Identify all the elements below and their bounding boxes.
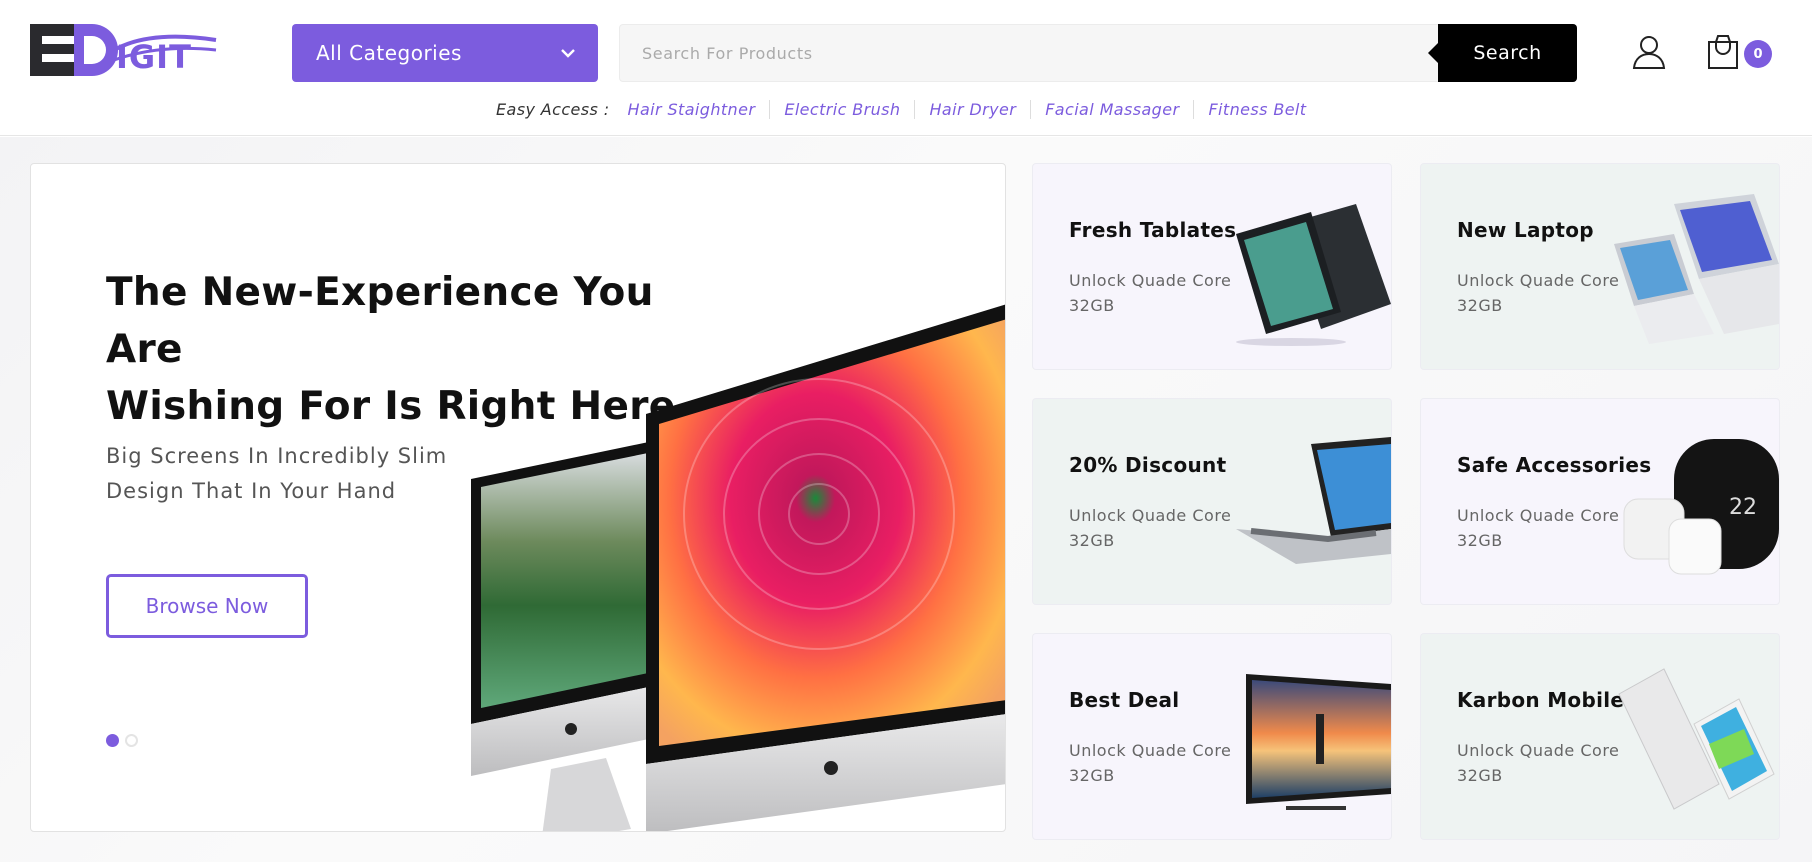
hero-slider: The New-Experience You Are Wishing For I… — [30, 163, 1006, 832]
promo-card-title: Best Deal — [1069, 688, 1180, 712]
svg-text:22: 22 — [1729, 495, 1757, 520]
promo-card-desc-line: 32GB — [1069, 766, 1115, 785]
edigit-logo[interactable]: IGIT — [30, 22, 220, 78]
user-icon[interactable] — [1631, 34, 1667, 70]
cart-button[interactable]: 0 — [1706, 34, 1776, 70]
promo-card-desc-line: Unlock Quade Core — [1069, 506, 1232, 525]
promo-card-desc-line: 32GB — [1457, 296, 1503, 315]
easy-access-label: Easy Access : — [496, 100, 610, 119]
thermostat-image: 22 — [1623, 439, 1779, 575]
promo-card-title: Karbon Mobile — [1457, 688, 1625, 712]
hero-subtitle-line: Big Screens In Incredibly Slim — [106, 444, 448, 468]
promo-card-desc-line: Unlock Quade Core — [1069, 741, 1232, 760]
category-dropdown[interactable]: All Categories — [292, 24, 598, 82]
promo-card-title: New Laptop — [1457, 218, 1594, 242]
laptop-image — [1614, 194, 1779, 344]
promo-card-new-laptop[interactable]: New Laptop Unlock Quade Core 32GB — [1420, 163, 1780, 370]
easy-access-link[interactable]: Electric Brush — [769, 100, 914, 119]
slider-dots — [106, 734, 138, 747]
promo-card-best-deal[interactable]: Best Deal Unlock Quade Core 32GB — [1032, 633, 1392, 840]
search-bar: Search — [619, 24, 1577, 82]
hero-subtitle: Big Screens In Incredibly Slim Design Th… — [106, 439, 486, 509]
easy-access-link[interactable]: Hair Dryer — [914, 100, 1030, 119]
promo-card-desc-line: 32GB — [1457, 766, 1503, 785]
promo-card-desc-line: Unlock Quade Core — [1457, 741, 1620, 760]
promo-card-desc-line: Unlock Quade Core — [1457, 271, 1620, 290]
slider-dot[interactable] — [125, 734, 138, 747]
promo-card-karbon-mobile[interactable]: Karbon Mobile Unlock Quade Core 32GB — [1420, 633, 1780, 840]
promo-card-description: Unlock Quade Core 32GB — [1457, 738, 1627, 788]
promo-card-description: Unlock Quade Core 32GB — [1069, 503, 1239, 553]
chevron-down-icon — [561, 49, 575, 58]
promo-card-safe-accessories[interactable]: Safe Accessories Unlock Quade Core 32GB … — [1420, 398, 1780, 605]
promo-card-fresh-tablets[interactable]: Fresh Tablates Unlock Quade Core 32GB — [1032, 163, 1392, 370]
category-dropdown-label: All Categories — [316, 41, 462, 65]
tv-image — [1246, 674, 1391, 810]
promo-card-description: Unlock Quade Core 32GB — [1457, 268, 1627, 318]
tablet-keyboard-image — [1236, 437, 1391, 564]
imac-hero-image — [471, 304, 1005, 831]
promo-card-desc-line: 32GB — [1457, 531, 1503, 550]
easy-access-link[interactable]: Fitness Belt — [1193, 100, 1320, 119]
search-button[interactable]: Search — [1428, 24, 1577, 82]
promo-card-desc-line: 32GB — [1069, 296, 1115, 315]
promo-card-description: Unlock Quade Core 32GB — [1457, 503, 1627, 553]
promo-card-title: 20% Discount — [1069, 453, 1227, 477]
cart-count-badge: 0 — [1744, 40, 1772, 68]
promo-card-desc-line: Unlock Quade Core — [1457, 506, 1620, 525]
promo-card-description: Unlock Quade Core 32GB — [1069, 738, 1239, 788]
browse-now-button[interactable]: Browse Now — [106, 574, 308, 638]
tablet-image — [1236, 204, 1391, 346]
smartphone-image — [1618, 668, 1775, 810]
promo-card-discount[interactable]: 20% Discount Unlock Quade Core 32GB — [1032, 398, 1392, 605]
shopping-bag-icon — [1708, 35, 1738, 69]
promo-card-desc-line: Unlock Quade Core — [1069, 271, 1232, 290]
easy-access-link[interactable]: Facial Massager — [1030, 100, 1193, 119]
promo-card-description: Unlock Quade Core 32GB — [1069, 268, 1239, 318]
site-header: IGIT All Categories Search 0 Easy Access… — [0, 0, 1812, 136]
hero-subtitle-line: Design That In Your Hand — [106, 479, 397, 503]
slider-dot-active[interactable] — [106, 734, 119, 747]
search-input[interactable] — [620, 25, 1440, 81]
easy-access-bar: Easy Access : Hair Staightner Electric B… — [496, 100, 1320, 119]
easy-access-link[interactable]: Hair Staightner — [618, 100, 770, 119]
promo-card-title: Fresh Tablates — [1069, 218, 1237, 242]
promo-card-desc-line: 32GB — [1069, 531, 1115, 550]
